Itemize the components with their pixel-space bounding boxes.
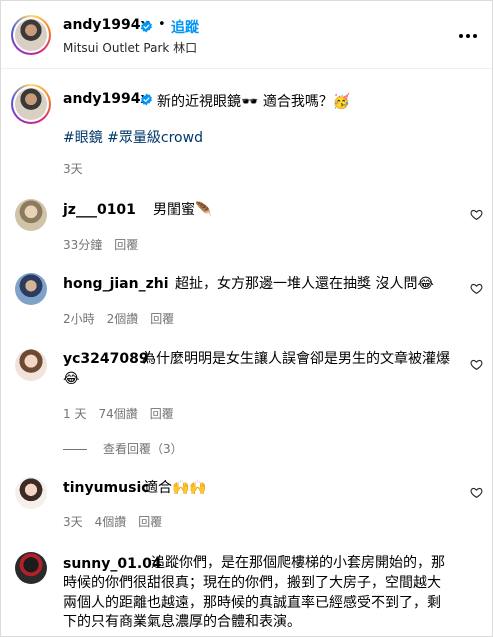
comment-text: 超扯，女方那邊一堆人還在抽獎 沒人問😂	[175, 276, 434, 292]
comment-likes[interactable]: 2個讚	[107, 312, 139, 326]
comment-text: 適合🙌🙌	[144, 480, 207, 496]
reply-button[interactable]: 回覆	[114, 238, 138, 252]
comment-avatar[interactable]	[15, 273, 47, 305]
comment-username[interactable]: sunny_01.04	[63, 556, 162, 572]
comment-text-line-1: 追蹤你們，是在那個爬樓梯的小套房開始的，那	[151, 555, 445, 571]
header-separator: •	[158, 17, 166, 32]
comment-username[interactable]: yc3247089	[63, 351, 149, 367]
caption-hashtags[interactable]: #眼鏡 #眾量級crowd	[63, 127, 203, 147]
comment-avatar[interactable]	[15, 199, 47, 231]
comment-username[interactable]: hong_jian_zhi	[63, 276, 169, 292]
reply-button[interactable]: 回覆	[138, 515, 162, 529]
verified-badge-icon	[141, 93, 152, 106]
replies-divider-line	[63, 449, 87, 450]
comment-text-line-1: 為什麼明明是女生讓人誤會卻是男生的文章被灌爆	[142, 351, 450, 367]
comment-avatar[interactable]	[15, 477, 47, 509]
like-heart-icon[interactable]	[470, 282, 483, 295]
like-heart-icon[interactable]	[470, 358, 483, 371]
like-heart-icon[interactable]	[470, 208, 483, 221]
comment-likes[interactable]: 4個讚	[95, 515, 127, 529]
view-replies-label[interactable]: 查看回覆（3）	[103, 442, 183, 456]
author-avatar[interactable]	[11, 15, 51, 55]
comment-text-line-2: 時候的你們很甜很真；現在的你們，搬到了大房子，空間越大	[63, 575, 441, 591]
comment-avatar[interactable]	[15, 349, 47, 381]
comment-meta: 3天 4個讚 回覆	[63, 513, 174, 530]
comment-text-line-3: 兩個人的距離也越遠，那時候的真誠直率已經感受不到了，剩	[63, 595, 441, 611]
verified-badge-icon	[141, 20, 152, 33]
comment-meta: 2小時 2個讚 回覆	[63, 310, 186, 327]
caption-text: 新的近視眼鏡🕶️ 適合我嗎？🥳	[157, 94, 351, 110]
reply-button[interactable]: 回覆	[150, 312, 174, 326]
comment-meta: 1 天 74個讚 回覆	[63, 405, 186, 422]
post-header: andy1994x • 追蹤 Mitsui Outlet Park 林口	[1, 1, 492, 69]
comment-time: 2小時	[63, 312, 95, 326]
comment-likes[interactable]: 74個讚	[98, 407, 137, 421]
caption-avatar[interactable]	[11, 84, 51, 124]
caption-time: 3天	[63, 162, 83, 176]
view-replies-button[interactable]: 查看回覆（3）	[63, 440, 183, 457]
comment-avatar[interactable]	[15, 552, 47, 584]
location-link[interactable]: Mitsui Outlet Park 林口	[63, 39, 197, 56]
author-username[interactable]: andy1994x	[63, 17, 150, 33]
comment-time: 3天	[63, 515, 83, 529]
comment-time: 1 天	[63, 407, 87, 421]
comment-username[interactable]: tinyumusic	[63, 480, 150, 496]
reply-button[interactable]: 回覆	[150, 407, 174, 421]
comment-text-line-2: 😂	[63, 371, 80, 387]
like-heart-icon[interactable]	[470, 486, 483, 499]
post-panel: andy1994x • 追蹤 Mitsui Outlet Park 林口 and…	[0, 0, 493, 637]
comment-username[interactable]: jz___0101	[63, 202, 136, 218]
comment-time: 33分鐘	[63, 238, 103, 252]
caption-username[interactable]: andy1994x	[63, 91, 150, 107]
comment-meta: 33分鐘 回覆	[63, 236, 150, 253]
comment-text-line-4: 下的只有商業氣息濃厚的合體和表演。	[63, 614, 301, 630]
follow-button[interactable]: 追蹤	[171, 17, 199, 37]
comment-text: 男閨蜜🪶	[153, 202, 213, 218]
more-horizontal-icon[interactable]	[459, 34, 479, 40]
